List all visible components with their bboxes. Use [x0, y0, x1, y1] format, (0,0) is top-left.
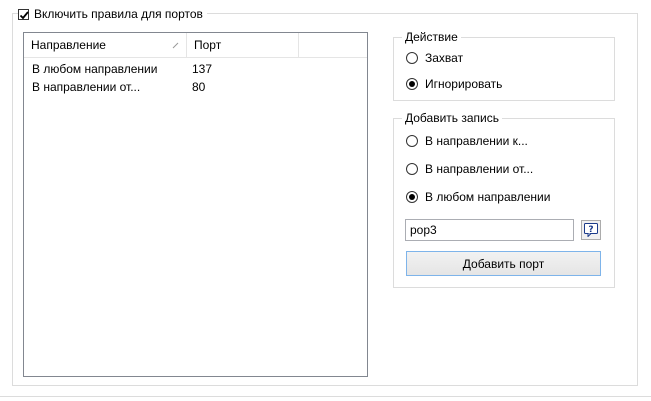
add-port-button[interactable]: Добавить порт [406, 251, 601, 276]
column-header-port-label: Порт [194, 38, 222, 52]
column-header-port[interactable]: Порт [187, 33, 299, 57]
row-port: 137 [192, 62, 213, 76]
svg-text:?: ? [588, 225, 593, 235]
add-entry-groupbox-title: Добавить запись [402, 111, 502, 125]
direction-any-label: В любом направлении [425, 190, 551, 204]
column-header-direction[interactable]: Направление [24, 33, 187, 57]
action-groupbox: Действие Захват Игнорировать [393, 30, 615, 101]
port-input[interactable] [405, 219, 574, 241]
column-header-filler [299, 33, 367, 57]
help-button[interactable]: ? [581, 220, 601, 240]
row-port: 80 [192, 80, 206, 94]
list-header: Направление Порт [24, 33, 367, 58]
action-ignore-option[interactable]: Игнорировать [406, 76, 502, 92]
action-ignore-radio[interactable] [406, 78, 418, 90]
direction-from-label: В направлении от... [425, 162, 534, 176]
table-row[interactable]: В направлении от... 80 [24, 78, 367, 96]
direction-to-label: В направлении к... [425, 134, 528, 148]
action-capture-option[interactable]: Захват [406, 50, 463, 66]
action-ignore-label: Игнорировать [425, 77, 503, 91]
action-capture-label: Захват [425, 51, 464, 65]
enable-port-rules-label: Включить правила для портов [34, 7, 203, 21]
enable-port-rules-checkbox-row[interactable]: Включить правила для портов [18, 6, 207, 22]
action-groupbox-title: Действие [402, 30, 461, 44]
checkmark-icon [19, 10, 29, 19]
direction-any-option[interactable]: В любом направлении [406, 189, 550, 205]
direction-from-radio[interactable] [406, 163, 418, 175]
port-rules-list[interactable]: Направление Порт В любом направлении 137… [23, 32, 368, 377]
bottom-divider [0, 396, 651, 397]
row-direction: В любом направлении [32, 62, 158, 76]
column-header-direction-label: Направление [31, 38, 106, 52]
direction-to-option[interactable]: В направлении к... [406, 133, 528, 149]
help-question-icon: ? [584, 223, 598, 237]
sort-arrow-icon [172, 42, 179, 49]
table-row[interactable]: В любом направлении 137 [24, 60, 367, 78]
enable-port-rules-checkbox[interactable] [18, 8, 29, 20]
row-direction: В направлении от... [32, 80, 141, 94]
action-capture-radio[interactable] [406, 52, 418, 64]
direction-any-radio[interactable] [406, 191, 418, 203]
direction-to-radio[interactable] [406, 135, 418, 147]
direction-from-option[interactable]: В направлении от... [406, 161, 533, 177]
